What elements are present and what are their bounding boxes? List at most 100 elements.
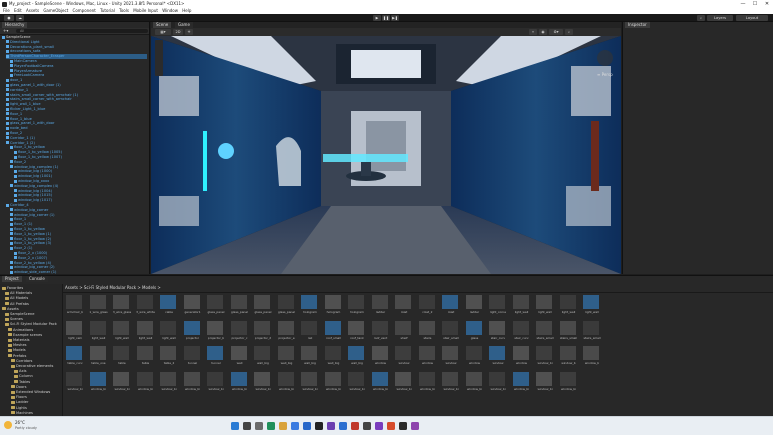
task-view-icon[interactable]	[255, 422, 263, 430]
asset-item[interactable]: window	[487, 345, 509, 367]
unity-hub-icon[interactable]	[399, 422, 407, 430]
layout-dropdown[interactable]: Layout	[736, 15, 768, 21]
menu-window[interactable]: Window	[162, 8, 178, 13]
asset-item[interactable]: light_corne	[487, 294, 509, 316]
asset-item[interactable]: window_bi	[323, 371, 345, 393]
file-explorer-icon[interactable]	[279, 422, 287, 430]
asset-item[interactable]: 3_wire_glass	[111, 294, 133, 316]
asset-item[interactable]: hologram	[323, 294, 345, 316]
asset-item[interactable]: ladder	[464, 294, 486, 316]
app-icon-red[interactable]	[351, 422, 359, 430]
asset-item[interactable]: glass_panel	[229, 294, 251, 316]
menu-help[interactable]: Help	[182, 8, 191, 13]
asset-item[interactable]: hologram	[299, 294, 321, 316]
asset-item[interactable]: table_2	[158, 345, 180, 367]
asset-item[interactable]: window_bi	[440, 371, 462, 393]
asset-item[interactable]: stairs_small	[558, 320, 580, 342]
asset-item[interactable]: window_bi	[370, 371, 392, 393]
asset-item[interactable]: table	[111, 345, 133, 367]
tab-inspector[interactable]: Inspector	[625, 22, 650, 28]
menu-component[interactable]: Component	[73, 8, 96, 13]
asset-item[interactable]: window_bi	[158, 371, 180, 393]
search-icon[interactable]: ⌕	[697, 15, 705, 21]
app-icon-orange[interactable]	[387, 422, 395, 430]
tools-overlay[interactable]	[155, 40, 163, 76]
asset-item[interactable]: window	[464, 345, 486, 367]
scene-viewport[interactable]: ≡ Persp	[151, 36, 621, 274]
asset-item[interactable]: window_bi	[511, 371, 533, 393]
asset-item[interactable]: projector_d	[252, 320, 274, 342]
search-taskbar-icon[interactable]	[243, 422, 251, 430]
asset-item[interactable]: window_bi	[299, 371, 321, 393]
asset-item[interactable]: stair_curv	[487, 320, 509, 342]
asset-item[interactable]: tunnel	[182, 345, 204, 367]
asset-item[interactable]: projector_c	[229, 320, 251, 342]
asset-item[interactable]: table_curv	[64, 345, 86, 367]
asset-item[interactable]: stair_small	[440, 320, 462, 342]
layers-dropdown[interactable]: Layers	[707, 15, 733, 21]
asset-item[interactable]: light_wall	[558, 294, 580, 316]
asset-item[interactable]: window_bi	[558, 371, 580, 393]
asset-item[interactable]: window_bi	[487, 371, 509, 393]
asset-item[interactable]: rolet_2	[417, 294, 439, 316]
asset-item[interactable]: window_bi	[88, 371, 110, 393]
step-button[interactable]: ▶❚	[391, 15, 399, 21]
shading-mode-dropdown[interactable]: ▦▾	[155, 29, 171, 35]
asset-item[interactable]: glass	[464, 320, 486, 342]
menu-gameobject[interactable]: GameObject	[43, 8, 68, 13]
asset-item[interactable]: roof_vent	[370, 320, 392, 342]
asset-item[interactable]: table_one	[88, 345, 110, 367]
asset-item[interactable]: glass_panel	[205, 294, 227, 316]
account-button[interactable]: ●	[4, 15, 14, 21]
unity-taskbar-icon[interactable]	[315, 422, 323, 430]
asset-item[interactable]: glass_panel	[276, 294, 298, 316]
add-icon[interactable]: +▾	[3, 28, 8, 33]
menu-mobile-input[interactable]: Mobile Input	[133, 8, 158, 13]
asset-item[interactable]: window	[511, 345, 533, 367]
asset-item[interactable]: stair_curv	[511, 320, 533, 342]
asset-item[interactable]: stairs_small	[581, 320, 603, 342]
visual-studio-icon[interactable]	[327, 422, 335, 430]
asset-item[interactable]: light_wall	[135, 320, 157, 342]
asset-item[interactable]: generator1	[182, 294, 204, 316]
asset-item[interactable]: light_wall	[511, 294, 533, 316]
asset-item[interactable]: light_wall	[158, 320, 180, 342]
store-icon[interactable]	[303, 422, 311, 430]
asset-item[interactable]: projector_e	[276, 320, 298, 342]
camera-settings-icon[interactable]: ◉	[539, 29, 547, 35]
weather-icon[interactable]	[4, 421, 12, 429]
asset-item[interactable]: roof_small	[323, 320, 345, 342]
asset-item[interactable]: rail	[299, 320, 321, 342]
asset-item[interactable]: light_wall	[88, 320, 110, 342]
asset-item[interactable]: rolet	[440, 294, 462, 316]
asset-item[interactable]: tunnel	[205, 345, 227, 367]
asset-item[interactable]: hologram	[346, 294, 368, 316]
asset-item[interactable]: window	[440, 345, 462, 367]
asset-item[interactable]: projector	[182, 320, 204, 342]
asset-item[interactable]: wall_big	[323, 345, 345, 367]
hierarchy-search-input[interactable]: All	[16, 29, 148, 33]
asset-item[interactable]: light_wall	[581, 294, 603, 316]
chrome-icon[interactable]	[291, 422, 299, 430]
lighting-toggle-icon[interactable]: ☀	[185, 29, 193, 35]
asset-item[interactable]: window_bi	[346, 371, 368, 393]
asset-item[interactable]: window_bi	[64, 371, 86, 393]
asset-item[interactable]: light_ceili	[64, 320, 86, 342]
edge-icon[interactable]	[267, 422, 275, 430]
asset-item[interactable]: window_bi	[276, 371, 298, 393]
menu-edit[interactable]: Edit	[14, 8, 22, 13]
asset-item[interactable]: window_bi	[205, 371, 227, 393]
asset-item[interactable]: stairs_small	[534, 320, 556, 342]
asset-item[interactable]: roof_tank	[346, 320, 368, 342]
tab-project[interactable]: Project	[2, 276, 22, 282]
2d-toggle[interactable]: 2D	[173, 29, 183, 35]
asset-item[interactable]: wall_big	[299, 345, 321, 367]
asset-item[interactable]: table	[135, 345, 157, 367]
menu-tutorial[interactable]: Tutorial	[100, 8, 115, 13]
asset-item[interactable]: 1_wire_glass	[88, 294, 110, 316]
asset-item[interactable]: light_wall	[534, 294, 556, 316]
gizmos-dropdown[interactable]: ⚙▾	[549, 29, 563, 35]
play-button[interactable]: ▶	[373, 15, 381, 21]
asset-item[interactable]: window_b	[581, 345, 603, 367]
asset-item[interactable]: window_bi	[182, 371, 204, 393]
